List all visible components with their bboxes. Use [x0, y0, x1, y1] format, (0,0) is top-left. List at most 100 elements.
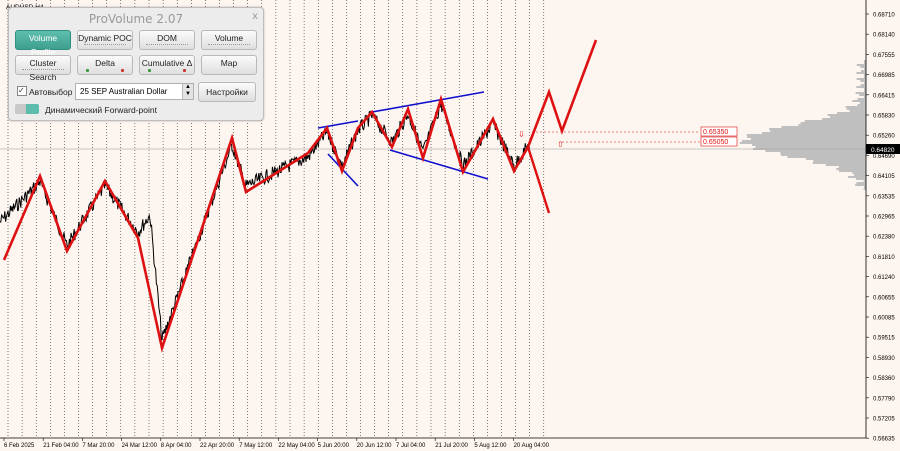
time-tick-label: 20 Aug 04:00 [514, 443, 550, 449]
button-label: Настройки [206, 87, 248, 97]
profile-bar [860, 84, 866, 86]
profile-bar [769, 128, 866, 130]
profile-bar [855, 184, 866, 186]
instrument-select[interactable]: 25 SEP Australian Dollar ▲ ▼ [75, 83, 194, 100]
profile-bar [761, 132, 866, 134]
profile-bar [742, 140, 866, 142]
price-tick-label: 0.63535 [873, 194, 895, 200]
time-tick-label: 7 May 12:00 [239, 443, 273, 449]
profile-bar [855, 92, 866, 94]
settings-button[interactable]: Настройки [198, 82, 256, 102]
time-tick-label: 6 Feb 2025 [4, 443, 35, 449]
time-tick-label: 20 Jun 12:00 [357, 443, 392, 449]
price-tick-label: 0.57790 [873, 396, 895, 402]
price-tick-label: 0.64105 [873, 174, 895, 180]
dom-button[interactable]: DOM [139, 30, 195, 50]
profile-bar [859, 94, 866, 96]
button-label: Cumulative Δ [141, 58, 193, 68]
price-tick-label: 0.60655 [873, 295, 895, 301]
profile-bar [838, 166, 866, 168]
profile-bar [755, 146, 866, 148]
price-tick-label: 0.64690 [873, 154, 895, 160]
forward-point-toggle[interactable] [15, 104, 39, 114]
profile-bar [856, 64, 866, 66]
panel-title: ProVolume 2.07 [88, 12, 184, 26]
svg-text:⇧: ⇧ [557, 140, 564, 149]
button-label: Volume [214, 33, 244, 43]
profile-bar [830, 116, 866, 118]
profile-bar [856, 72, 866, 74]
time-tick-label: 21 Jul 20:00 [435, 443, 468, 449]
level-label: 0.65350 [703, 129, 728, 136]
volume-button[interactable]: Volume [201, 30, 257, 50]
dynamic-poc-button[interactable]: Dynamic POC [77, 30, 133, 50]
price-tick-label: 0.68710 [873, 13, 895, 19]
profile-bar [812, 162, 866, 164]
profile-bar [860, 70, 866, 72]
profile-bar [836, 168, 866, 170]
profile-bar [813, 160, 866, 162]
profile-bar [798, 124, 866, 126]
green-dot-icon [148, 69, 151, 72]
profile-bar [780, 152, 866, 154]
price-tick-label: 0.60085 [873, 316, 895, 322]
price-tick-label: 0.61810 [873, 255, 895, 261]
cluster-search-button[interactable]: Cluster Search [15, 55, 71, 82]
profile-bar [781, 126, 866, 128]
profile-bar [857, 104, 866, 106]
button-label: Dynamic POC [78, 33, 132, 43]
profile-bar [739, 142, 866, 144]
price-tick-label: 0.66415 [873, 93, 895, 99]
red-dot-icon [183, 69, 186, 72]
auto-select-checkbox[interactable]: ✓ [17, 86, 27, 96]
profile-bar [853, 174, 866, 176]
profile-bar [750, 138, 866, 140]
profile-bar [825, 164, 866, 166]
profile-bar [852, 100, 866, 102]
price-tick-label: 0.65830 [873, 114, 895, 120]
time-tick-label: 7 Jul 04:00 [396, 443, 426, 449]
price-tick-label: 0.61240 [873, 275, 895, 281]
profile-bar [827, 114, 866, 116]
cumulative-delta-button[interactable]: Cumulative Δ [139, 55, 195, 75]
profile-bar [746, 134, 866, 136]
profile-bar [837, 112, 866, 114]
profile-bar [848, 176, 866, 178]
price-tick-label: 0.57205 [873, 417, 895, 423]
profile-bar [747, 136, 866, 138]
provolume-panel[interactable]: ProVolume 2.07 x Volume Profile Dynamic … [8, 7, 264, 121]
profile-bar [781, 154, 866, 156]
price-tick-label: 0.56635 [873, 437, 895, 443]
button-label: Map [220, 58, 238, 68]
map-button[interactable]: Map [201, 55, 257, 75]
profile-bar [856, 86, 866, 88]
close-icon[interactable]: x [252, 11, 258, 22]
indicator-bar [208, 44, 250, 47]
profile-bar [806, 158, 866, 160]
volume-profile-button[interactable]: Volume Profile [15, 30, 71, 57]
price-tick-label: 0.62380 [873, 235, 895, 241]
delta-button[interactable]: Delta [77, 55, 133, 75]
profile-bar [859, 102, 866, 104]
price-tick-label: 0.66985 [873, 73, 895, 79]
profile-bar [765, 150, 866, 152]
profile-bar [770, 130, 866, 132]
time-tick-label: 5 Jun 20:00 [318, 443, 350, 449]
button-label: Volume Profile [28, 33, 58, 57]
time-tick-label: 22 May 04:00 [278, 443, 315, 449]
time-tick-label: 21 Feb 04:00 [43, 443, 79, 449]
price-tick-label: 0.58930 [873, 356, 895, 362]
profile-bar [845, 106, 866, 108]
button-label: DOM [157, 33, 177, 43]
profile-bar [838, 170, 866, 172]
profile-bar [852, 172, 866, 174]
time-tick-label: 5 Aug 12:00 [474, 443, 507, 449]
chevron-updown-icon[interactable]: ▲ ▼ [182, 84, 193, 99]
current-price-label: 0.64820 [871, 147, 895, 154]
price-tick-label: 0.65260 [873, 134, 895, 140]
profile-bar [822, 118, 866, 120]
profile-bar [787, 156, 866, 158]
price-tick-label: 0.67555 [873, 53, 895, 59]
indicator-bar [22, 69, 64, 72]
svg-text:⇩: ⇩ [518, 130, 525, 139]
